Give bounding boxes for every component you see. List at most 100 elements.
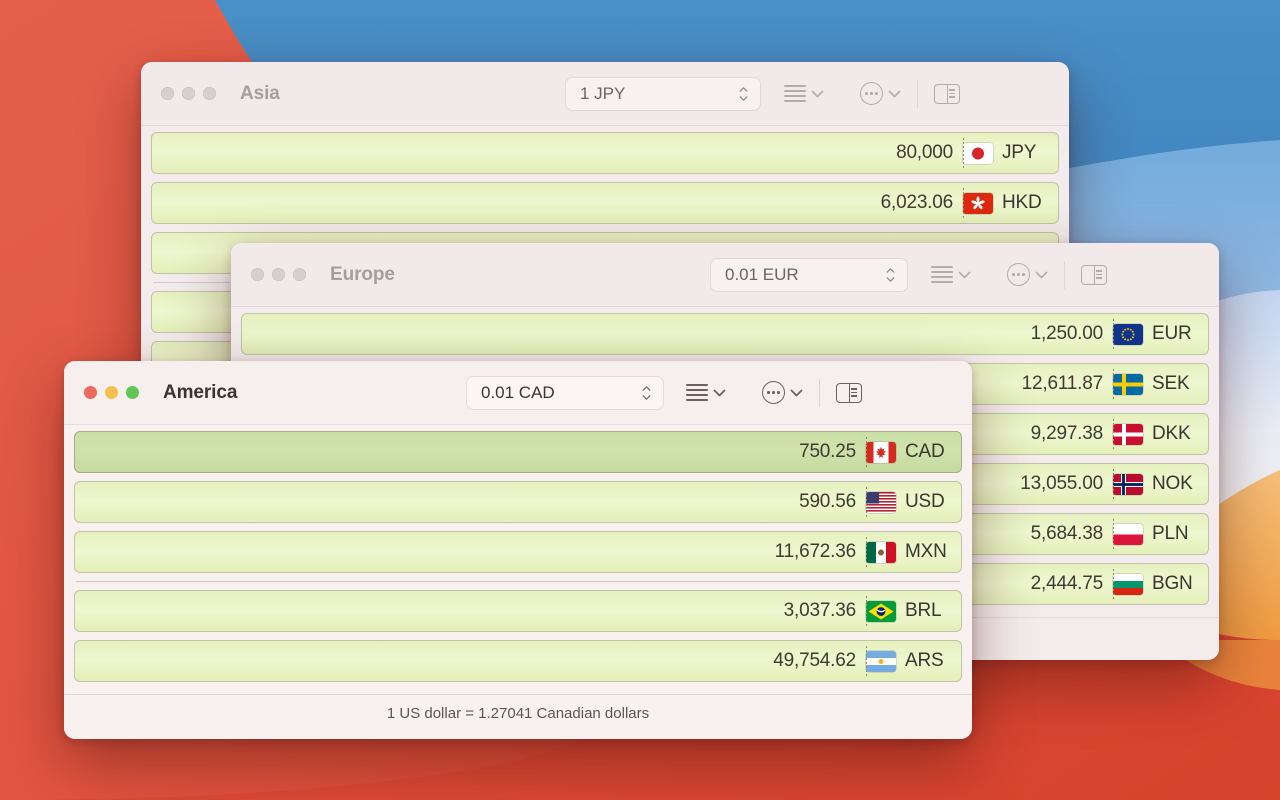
minimize-button[interactable] bbox=[272, 268, 285, 281]
amount-flag-separator bbox=[1113, 569, 1114, 599]
more-options-button[interactable] bbox=[860, 82, 901, 105]
currency-row[interactable]: 11,672.36 MXN bbox=[74, 531, 962, 573]
chevron-down-icon bbox=[739, 95, 747, 101]
more-options-button[interactable] bbox=[762, 381, 803, 404]
chevron-up-icon bbox=[886, 267, 894, 273]
chevron-down-icon bbox=[958, 271, 971, 278]
currency-amount: 3,037.36 bbox=[783, 600, 857, 621]
currency-row[interactable]: 750.25 CAD bbox=[74, 431, 962, 473]
currency-row[interactable]: 6,023.06 HKD bbox=[151, 182, 1059, 224]
toolbar-europe bbox=[931, 260, 1107, 289]
amount-stepper[interactable]: 0.01 CAD bbox=[466, 375, 664, 410]
currency-amount: 49,754.62 bbox=[773, 650, 856, 671]
currency-flag-group: USD bbox=[866, 491, 953, 513]
chevron-down-icon bbox=[790, 389, 803, 396]
currency-code: USD bbox=[905, 491, 945, 512]
titlebar-america[interactable]: America 0.01 CAD bbox=[64, 361, 972, 425]
flag-icon-se bbox=[1113, 373, 1143, 395]
minimize-button[interactable] bbox=[105, 386, 118, 399]
traffic-lights-europe bbox=[251, 268, 306, 281]
currency-flag-group: CAD bbox=[866, 441, 953, 463]
stepper-arrows-icon[interactable] bbox=[730, 86, 756, 101]
window-title: America bbox=[163, 381, 238, 403]
sidebar-toggle-icon[interactable] bbox=[836, 382, 862, 403]
hamburger-list-icon bbox=[931, 266, 953, 283]
hamburger-list-icon bbox=[784, 85, 806, 102]
flag-icon-no bbox=[1113, 473, 1143, 495]
close-button[interactable] bbox=[161, 87, 174, 100]
more-options-button[interactable] bbox=[1007, 263, 1048, 286]
currency-code: NOK bbox=[1152, 473, 1193, 494]
stepper-arrows-icon[interactable] bbox=[877, 267, 903, 282]
window-title: Asia bbox=[240, 82, 280, 104]
currency-flag-group: BRL bbox=[866, 600, 953, 622]
maximize-button[interactable] bbox=[293, 268, 306, 281]
currency-code: BRL bbox=[905, 600, 942, 621]
currency-row[interactable]: 590.56 USD bbox=[74, 481, 962, 523]
currency-row[interactable]: 1,250.00 EUR bbox=[241, 313, 1209, 355]
list-options-button[interactable] bbox=[686, 384, 726, 401]
toolbar-divider bbox=[819, 378, 820, 407]
amount-flag-separator bbox=[1113, 319, 1114, 349]
currency-row[interactable]: 80,000 JPY bbox=[151, 132, 1059, 174]
close-button[interactable] bbox=[84, 386, 97, 399]
window-america[interactable]: America 0.01 CAD 750.25 CAD 590.56 USD 1… bbox=[64, 361, 972, 739]
currency-code: CAD bbox=[905, 441, 945, 462]
currency-flag-group: HKD bbox=[963, 192, 1050, 214]
list-options-button[interactable] bbox=[931, 266, 971, 283]
chevron-down-icon bbox=[1035, 271, 1048, 278]
flag-icon-bg bbox=[1113, 573, 1143, 595]
toolbar-divider bbox=[917, 79, 918, 108]
titlebar-europe[interactable]: Europe 0.01 EUR bbox=[231, 243, 1219, 307]
maximize-button[interactable] bbox=[203, 87, 216, 100]
amount-flag-separator bbox=[866, 537, 867, 567]
currency-flag-group: SEK bbox=[1113, 373, 1200, 395]
currency-code: JPY bbox=[1002, 142, 1037, 163]
sidebar-toggle-icon[interactable] bbox=[1081, 264, 1107, 285]
chevron-down-icon bbox=[811, 90, 824, 97]
amount-stepper[interactable]: 1 JPY bbox=[565, 76, 761, 111]
currency-flag-group: JPY bbox=[963, 142, 1050, 164]
currency-code: DKK bbox=[1152, 423, 1191, 444]
stepper-arrows-icon[interactable] bbox=[633, 385, 659, 400]
chevron-down-icon bbox=[888, 90, 901, 97]
hamburger-list-icon bbox=[686, 384, 708, 401]
currency-flag-group: NOK bbox=[1113, 473, 1200, 495]
currency-flag-group: ARS bbox=[866, 650, 953, 672]
currency-rows-america: 750.25 CAD 590.56 USD 11,672.36 MXN 3,037.36 BR… bbox=[64, 425, 972, 694]
currency-code: ARS bbox=[905, 650, 944, 671]
circle-ellipsis-icon bbox=[860, 82, 883, 105]
currency-amount: 9,297.38 bbox=[1030, 423, 1104, 444]
minimize-button[interactable] bbox=[182, 87, 195, 100]
close-button[interactable] bbox=[251, 268, 264, 281]
currency-amount: 2,444.75 bbox=[1030, 573, 1104, 594]
flag-icon-br bbox=[866, 600, 896, 622]
currency-code: BGN bbox=[1152, 573, 1193, 594]
list-options-button[interactable] bbox=[784, 85, 824, 102]
flag-icon-ar bbox=[866, 650, 896, 672]
amount-flag-separator bbox=[1113, 419, 1114, 449]
sidebar-left-pane bbox=[1082, 265, 1095, 284]
toolbar-divider bbox=[1064, 260, 1065, 289]
maximize-button[interactable] bbox=[126, 386, 139, 399]
amount-flag-separator bbox=[866, 437, 867, 467]
chevron-down-icon bbox=[713, 389, 726, 396]
currency-amount: 80,000 bbox=[896, 142, 953, 163]
titlebar-asia[interactable]: Asia 1 JPY bbox=[141, 62, 1069, 126]
amount-flag-separator bbox=[1113, 469, 1114, 499]
sidebar-toggle-icon[interactable] bbox=[934, 83, 960, 104]
toolbar-america bbox=[686, 378, 862, 407]
currency-flag-group: DKK bbox=[1113, 423, 1200, 445]
window-title: Europe bbox=[330, 263, 395, 285]
currency-row[interactable]: 3,037.36 BRL bbox=[74, 590, 962, 632]
sidebar-right-pane bbox=[948, 85, 959, 103]
chevron-down-icon bbox=[642, 394, 650, 400]
amount-flag-separator bbox=[866, 646, 867, 676]
amount-stepper[interactable]: 0.01 EUR bbox=[710, 257, 908, 292]
sidebar-right-pane bbox=[850, 384, 861, 402]
toolbar-asia bbox=[784, 79, 960, 108]
sidebar-left-pane bbox=[837, 383, 850, 402]
circle-ellipsis-icon bbox=[762, 381, 785, 404]
flag-icon-dk bbox=[1113, 423, 1143, 445]
currency-row[interactable]: 49,754.62 ARS bbox=[74, 640, 962, 682]
